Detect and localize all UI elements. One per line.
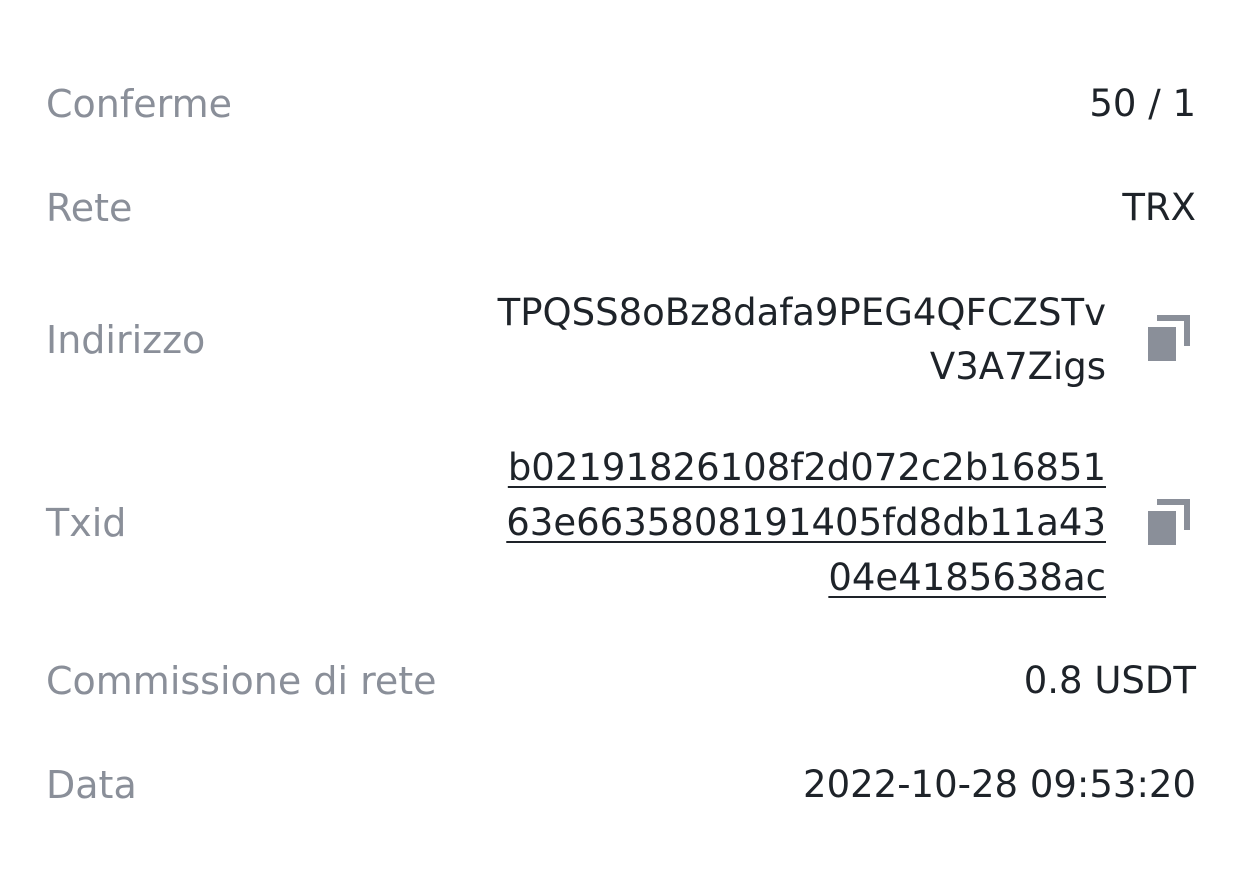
address-value: TPQSS8oBz8dafa9PEG4QFCZSTvV3A7Zigs: [497, 291, 1106, 388]
confirmations-value: 50 / 1: [1089, 82, 1196, 125]
txid-label: Txid: [46, 501, 127, 545]
network-fee-label: Commissione di rete: [46, 659, 437, 703]
copy-address-icon[interactable]: [1148, 315, 1190, 361]
date-value: 2022-10-28 09:53:20: [803, 763, 1196, 806]
date-row: Data 2022-10-28 09:53:20: [46, 763, 1196, 807]
network-fee-value: 0.8 USDT: [1023, 659, 1196, 702]
network-row: Rete TRX: [46, 186, 1196, 230]
address-row: Indirizzo TPQSS8oBz8dafa9PEG4QFCZSTvV3A7…: [46, 286, 1196, 394]
txid-row: Txid b02191826108f2d072c2b1685163e663580…: [46, 440, 1196, 605]
txid-link[interactable]: b02191826108f2d072c2b1685163e66358081914…: [494, 440, 1106, 605]
date-label: Data: [46, 763, 137, 807]
network-value: TRX: [1122, 186, 1196, 229]
network-label: Rete: [46, 186, 133, 230]
address-label: Indirizzo: [46, 318, 206, 362]
network-fee-row: Commissione di rete 0.8 USDT: [46, 659, 1196, 703]
copy-txid-icon[interactable]: [1148, 499, 1190, 545]
confirmations-row: Conferme 50 / 1: [46, 82, 1196, 126]
confirmations-label: Conferme: [46, 82, 232, 126]
